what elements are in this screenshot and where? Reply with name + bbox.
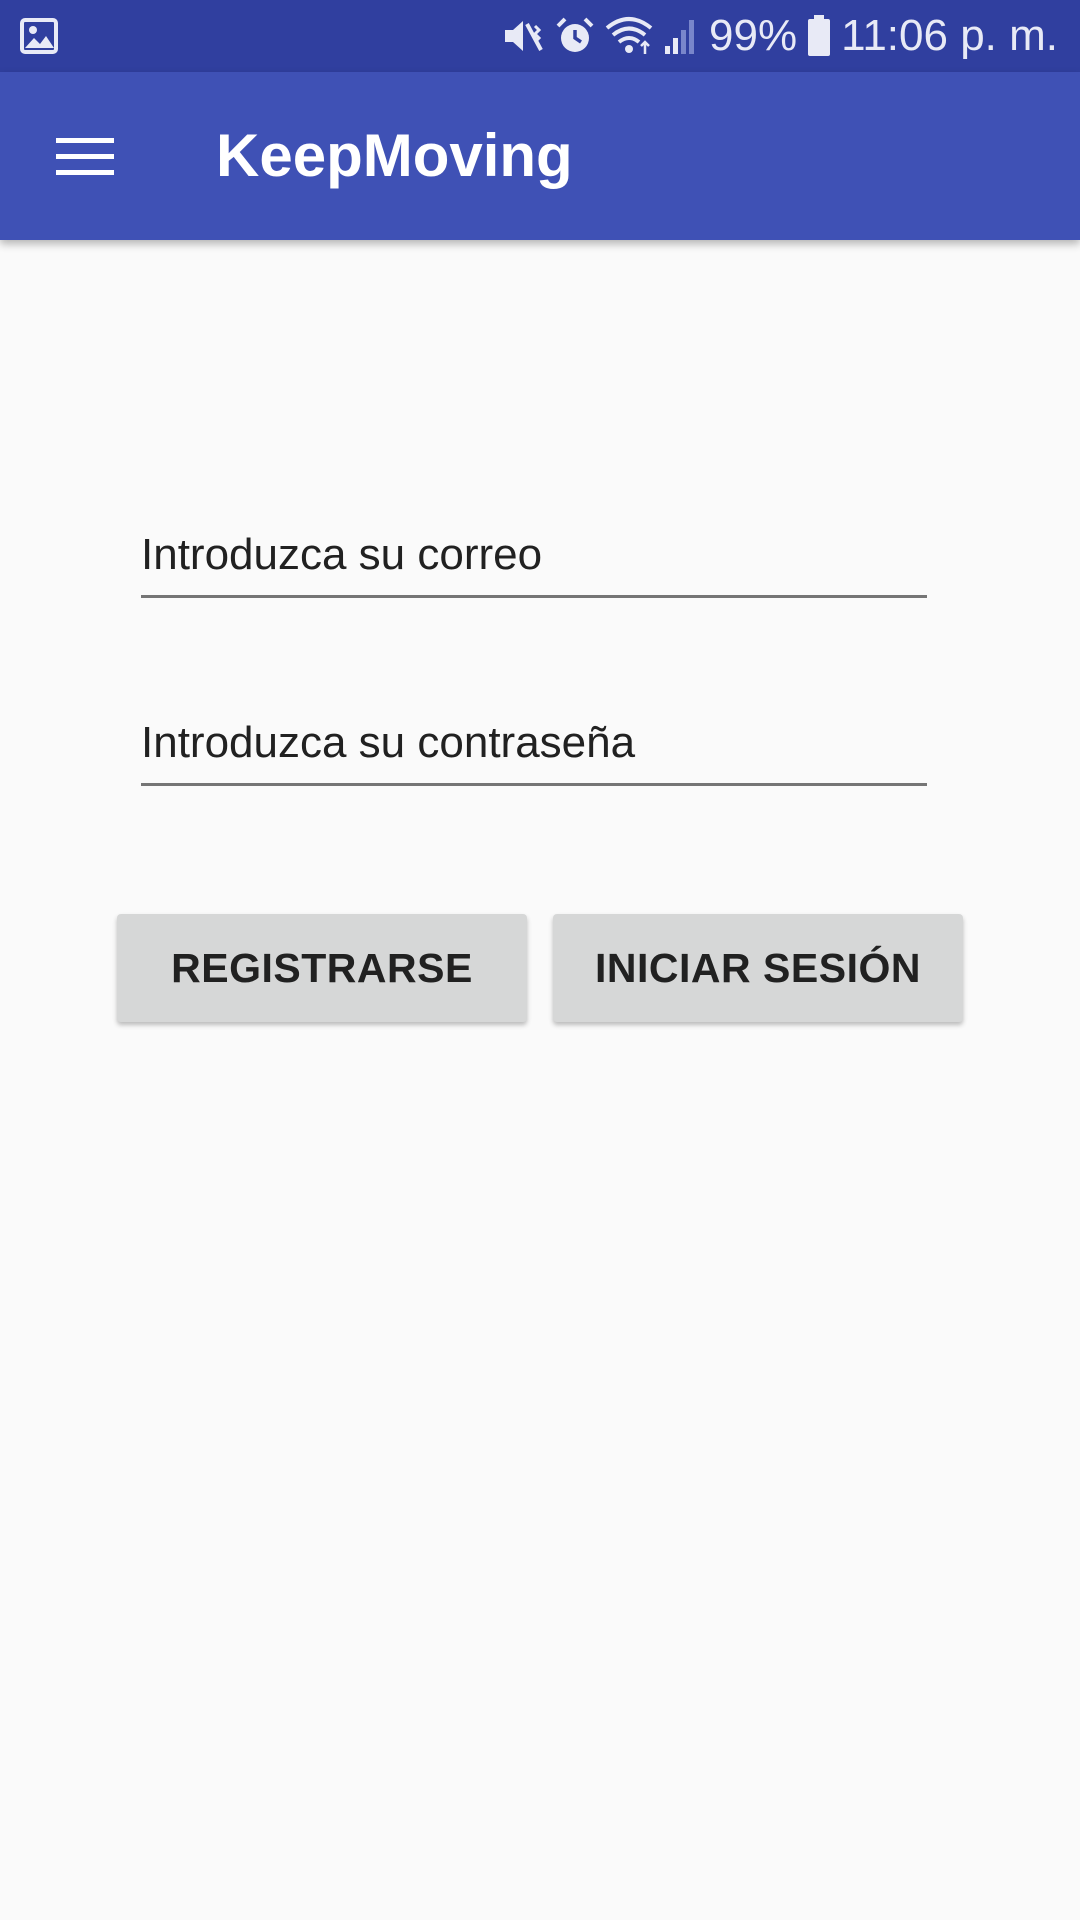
- menu-icon: [56, 138, 114, 175]
- wifi-icon: [605, 17, 653, 54]
- app-bar: KeepMoving: [0, 72, 1080, 240]
- login-screen: 99% 11:06 p. m. KeepMoving REGISTRARSE I…: [0, 0, 1080, 1920]
- register-button[interactable]: REGISTRARSE: [117, 914, 527, 1022]
- alarm-icon: [556, 17, 594, 52]
- login-button[interactable]: INICIAR SESIÓN: [553, 914, 963, 1022]
- gallery-icon: [20, 18, 58, 54]
- battery-icon: [808, 15, 831, 56]
- vibrate-mute-icon: [505, 21, 543, 51]
- email-field[interactable]: [141, 514, 927, 598]
- status-bar: 99% 11:06 p. m.: [0, 0, 1080, 72]
- menu-button[interactable]: [40, 112, 130, 202]
- status-time: 11:06 p. m.: [841, 11, 1058, 60]
- status-icons: 99% 11:06 p. m.: [501, 0, 1058, 72]
- signal-icon: [665, 20, 695, 54]
- app-title: KeepMoving: [216, 122, 573, 189]
- password-field[interactable]: [141, 702, 927, 786]
- battery-percent: 99%: [709, 11, 798, 60]
